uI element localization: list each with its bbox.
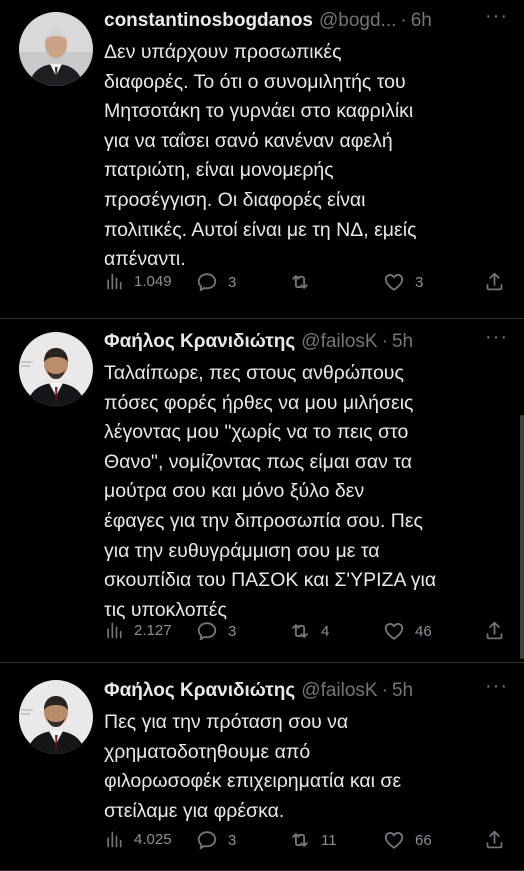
action-bar: 1.049 3 3 <box>104 271 510 297</box>
reply-count: 3 <box>228 622 237 640</box>
like-button[interactable]: 46 <box>383 620 432 642</box>
author-name[interactable]: constantinosbogdanos <box>104 10 313 32</box>
share-icon <box>484 829 505 850</box>
reply-count: 3 <box>228 273 237 291</box>
like-button[interactable]: 66 <box>383 829 432 851</box>
like-icon <box>383 620 405 642</box>
like-icon <box>383 271 405 293</box>
scrollbar[interactable] <box>520 415 524 659</box>
reply-icon <box>196 829 218 851</box>
tweet-2[interactable]: Φαήλος Κρανιδιώτης @failosK · 5h ··· Ταλ… <box>0 319 524 663</box>
share-button[interactable] <box>484 829 515 850</box>
tweet-text: Πες για την πρόταση σου να χρηματοδοτηθο… <box>104 711 402 822</box>
author-handle[interactable]: @bogd... <box>319 10 396 32</box>
reply-button[interactable]: 3 <box>196 271 236 293</box>
share-icon <box>484 620 505 641</box>
views-icon <box>104 829 124 849</box>
more-icon[interactable]: ··· <box>485 675 510 708</box>
views-count: 4.025 <box>134 830 172 848</box>
views-button[interactable]: 4.025 <box>104 829 172 849</box>
separator-dot: · <box>400 10 407 31</box>
like-count: 66 <box>415 831 432 849</box>
retweet-icon <box>289 271 311 293</box>
retweet-icon <box>289 620 311 642</box>
reply-icon <box>196 620 218 642</box>
timestamp[interactable]: 5h <box>392 680 413 702</box>
reply-button[interactable]: 3 <box>196 620 236 642</box>
author-handle[interactable]: @failosK <box>301 680 377 702</box>
views-icon <box>104 620 124 640</box>
action-bar: 4.025 3 11 66 <box>104 829 510 855</box>
views-button[interactable]: 2.127 <box>104 620 172 640</box>
more-icon[interactable]: ··· <box>485 326 510 359</box>
tweet-1[interactable]: constantinosbogdanos @bogd... · 6h ··· Δ… <box>0 0 524 319</box>
reply-icon <box>196 271 218 293</box>
like-icon <box>383 829 405 851</box>
share-button[interactable] <box>484 620 515 641</box>
like-count: 3 <box>415 273 424 291</box>
timestamp[interactable]: 6h <box>411 10 432 32</box>
author-name[interactable]: Φαήλος Κρανιδιώτης <box>104 331 295 353</box>
more-icon[interactable]: ··· <box>485 5 510 38</box>
views-icon <box>104 271 124 291</box>
like-count: 46 <box>415 622 432 640</box>
like-button[interactable]: 3 <box>383 271 423 293</box>
separator-dot: · <box>381 680 388 701</box>
tweet-text: Δεν υπάρχουν προσωπικές διαφορές. Το ότι… <box>104 41 417 271</box>
reply-count: 3 <box>228 831 237 849</box>
author-name[interactable]: Φαήλος Κρανιδιώτης <box>104 680 295 702</box>
author-handle[interactable]: @failosK <box>301 331 377 353</box>
views-button[interactable]: 1.049 <box>104 271 172 291</box>
timestamp[interactable]: 5h <box>392 331 413 353</box>
retweet-button[interactable] <box>289 271 321 293</box>
tweet-text: Ταλαίπωρε, πες στους ανθρώπους πόσες φορ… <box>104 362 437 621</box>
share-button[interactable] <box>484 271 515 292</box>
views-count: 2.127 <box>134 621 172 639</box>
action-bar: 2.127 3 4 46 <box>104 620 510 646</box>
views-count: 1.049 <box>134 272 172 290</box>
tweet-3[interactable]: Φαήλος Κρανιδιώτης @failosK · 5h ··· Πες… <box>0 663 524 871</box>
retweet-count: 4 <box>321 622 330 640</box>
share-icon <box>484 271 505 292</box>
retweet-count: 11 <box>321 831 337 849</box>
avatar[interactable] <box>19 680 93 754</box>
retweet-icon <box>289 829 311 851</box>
avatar[interactable] <box>19 12 93 86</box>
retweet-button[interactable]: 4 <box>289 620 329 642</box>
retweet-button[interactable]: 11 <box>289 829 337 851</box>
avatar[interactable] <box>19 332 93 406</box>
reply-button[interactable]: 3 <box>196 829 236 851</box>
separator-dot: · <box>381 331 388 352</box>
